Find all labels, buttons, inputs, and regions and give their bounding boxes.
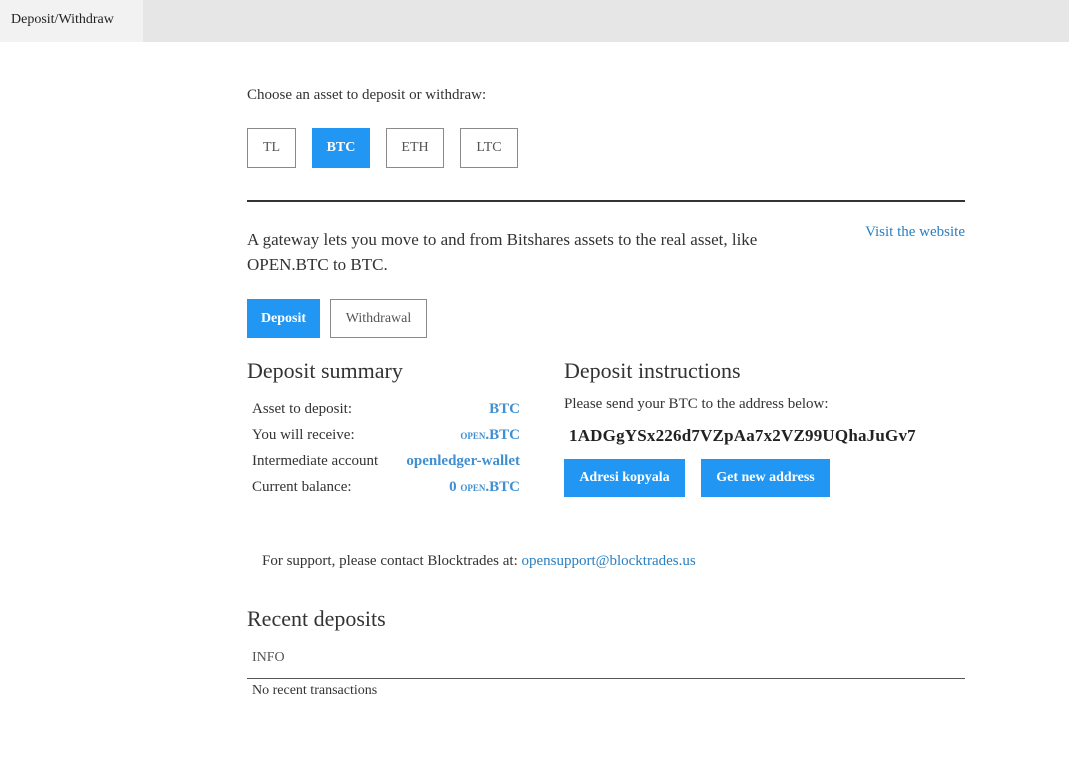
intermediate-account-value: openledger-wallet [406,453,520,469]
visit-website-link[interactable]: Visit the website [865,224,965,241]
copy-address-button[interactable]: Adresi kopyala [564,459,685,497]
deposit-summary-title: Deposit summary [247,358,403,383]
you-will-receive-value: open.BTC [460,424,520,450]
balance-amount: 0 [449,479,457,495]
summary-row-intermediate: Intermediate account openledger-wallet [252,450,520,476]
receive-prefix: open [460,427,486,442]
asset-picker-label: Choose an asset to deposit or withdraw: [247,87,487,103]
summary-row-asset: Asset to deposit: BTC [252,398,520,424]
recent-deposits-column-info: INFO [252,650,285,665]
support-email-link[interactable]: opensupport@blocktrades.us [522,553,696,569]
recent-deposits-title: Recent deposits [247,606,386,631]
deposit-button[interactable]: Deposit [247,299,320,338]
deposit-instructions-text: Please send your BTC to the address belo… [564,396,829,412]
withdrawal-button[interactable]: Withdrawal [330,299,427,338]
gateway-description: A gateway lets you move to and from Bits… [247,230,758,274]
asset-button-ltc[interactable]: LTC [460,128,518,168]
asset-button-tl[interactable]: TL [247,128,296,168]
recent-deposits-divider [247,678,965,679]
balance-asset: .BTC [485,479,520,495]
deposit-instructions-title: Deposit instructions [564,358,741,383]
asset-button-btc[interactable]: BTC [312,128,370,168]
asset-button-eth[interactable]: ETH [386,128,444,168]
section-divider [247,200,965,202]
intermediate-account-label: Intermediate account [252,453,379,469]
support-label: For support, please contact Blocktrades … [262,553,518,569]
balance-prefix: open [460,479,486,494]
support-text: For support, please contact Blocktrades … [262,553,696,570]
deposit-summary-table: Asset to deposit: BTC You will receive: … [252,398,520,502]
current-balance-label: Current balance: [252,479,352,495]
asset-to-deposit-value: BTC [489,401,520,417]
summary-row-balance: Current balance: 0 open.BTC [252,476,520,502]
tab-deposit-withdraw[interactable]: Deposit/Withdraw [0,0,143,42]
current-balance-value: 0 open.BTC [449,476,520,502]
deposit-address: 1ADGgYSx226d7VZpAa7x2VZ99UQhaJuGv7 [569,426,916,445]
get-new-address-button[interactable]: Get new address [701,459,830,497]
receive-asset: .BTC [485,427,520,443]
you-will-receive-label: You will receive: [252,427,355,443]
tab-bar: Deposit/Withdraw [0,0,1069,42]
summary-row-receive: You will receive: open.BTC [252,424,520,450]
asset-to-deposit-label: Asset to deposit: [252,401,352,417]
no-recent-transactions: No recent transactions [252,683,378,698]
